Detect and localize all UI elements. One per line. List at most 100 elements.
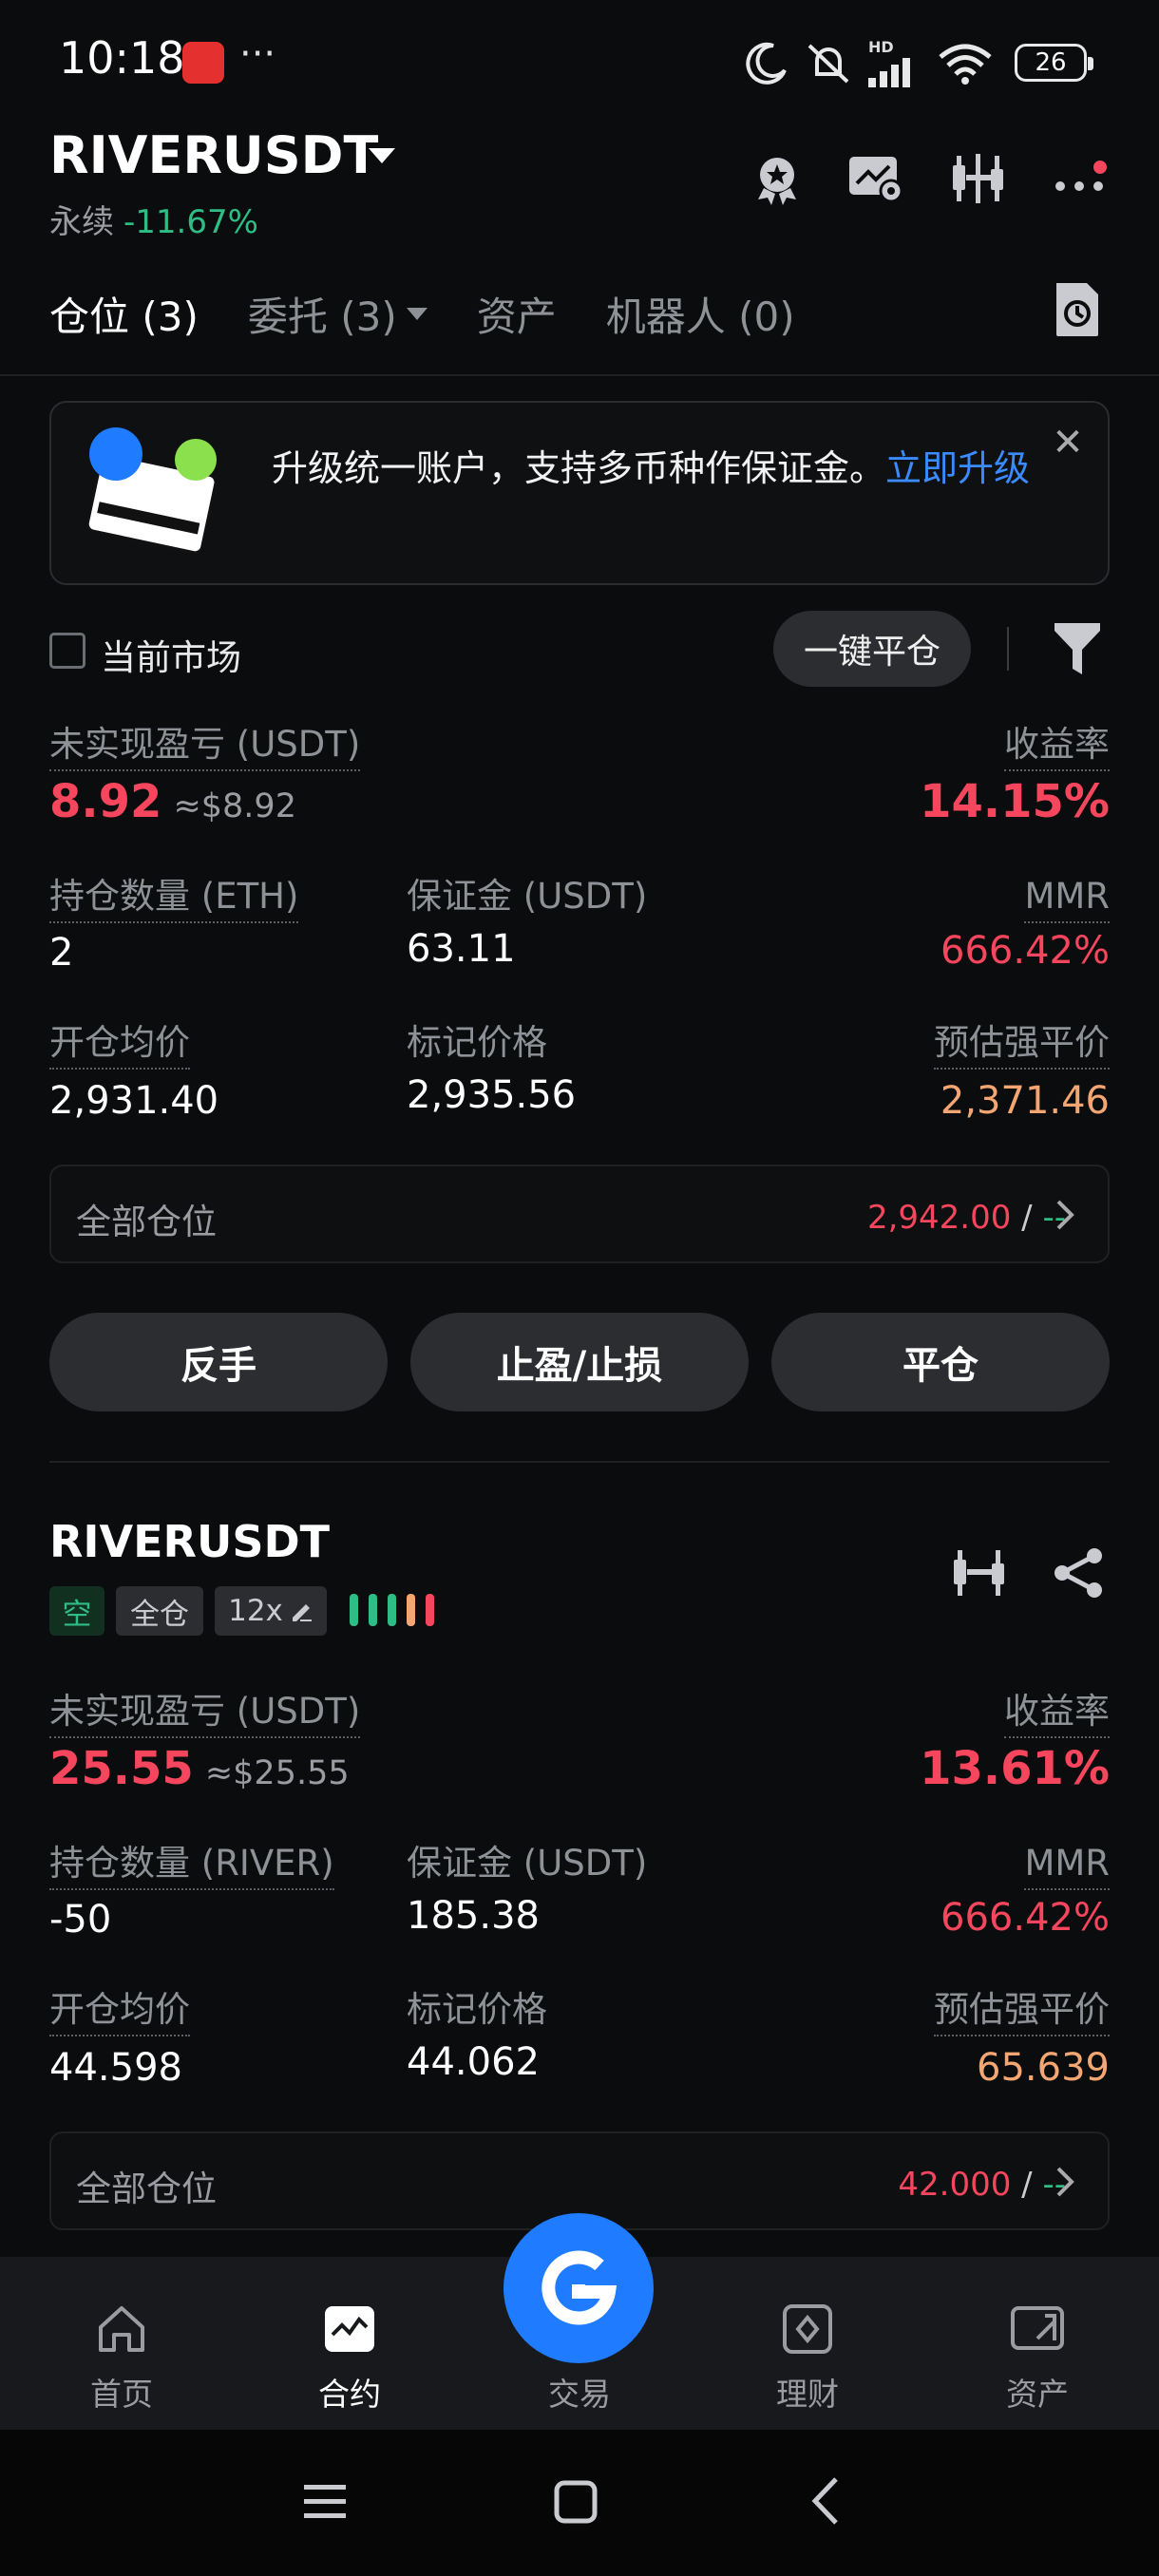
trade-icon [542,2250,618,2325]
p2-size-value: -50 [49,1898,112,1941]
nav-earn-label: 理财 [776,2376,839,2413]
p2-share-icon[interactable] [1053,1546,1106,1600]
tabs-divider [0,374,1159,376]
current-market-label[interactable]: 当前市场 [101,629,241,680]
history-doc-icon[interactable] [1053,281,1102,338]
upgrade-link[interactable]: 立即升级 [885,447,1030,489]
p1-mmr-value: 666.42% [940,929,1110,973]
p1-roe-value: 14.15% [920,775,1110,828]
tab-assets[interactable]: 资产 [477,285,557,343]
mute-bell-icon [808,44,849,84]
back-icon[interactable] [808,2475,842,2527]
status-time: 10:18 [59,32,185,84]
p2-all-positions-value: 42.000 / -- [898,2166,1066,2204]
wallet-icon [1011,2306,1064,2350]
p2-liq-value: 65.639 [977,2046,1110,2090]
p1-pnl-label: 未实现盈亏 (USDT) [49,722,361,771]
p1-all-positions-value: 2,942.00 / -- [866,1199,1066,1237]
candlestick-icon[interactable] [948,148,1009,209]
dnd-moon-icon [746,42,787,85]
p1-liq-value: 2,371.46 [940,1079,1110,1123]
nav-home-label: 首页 [90,2376,153,2413]
p2-all-positions-label: 全部仓位 [76,2169,217,2209]
p2-chevron-right-icon [1056,2167,1074,2197]
filter-icon[interactable] [1053,621,1102,676]
wallet-illustration-icon [85,427,218,556]
p2-side-tag: 空 [49,1586,104,1636]
tab-positions[interactable]: 仓位 (3) [49,285,199,343]
nav-assets[interactable]: 资产 [971,2302,1104,2413]
p2-entry-label: 开仓均价 [49,1987,190,2036]
pair-title[interactable]: RIVERUSDT [49,125,378,185]
nav-assets-label: 资产 [1006,2376,1069,2413]
p1-chevron-right-icon [1056,1200,1074,1230]
wifi-icon [939,44,992,85]
battery-indicator: 26 [1015,44,1093,82]
p2-roe-label: 收益率 [1004,1689,1110,1738]
banner-close-icon[interactable]: ✕ [1049,424,1087,462]
recent-apps-icon[interactable] [302,2481,348,2523]
trade-button[interactable] [504,2213,654,2363]
more-menu-icon[interactable] [1051,148,1112,209]
p1-size-label: 持仓数量 (ETH) [49,874,299,923]
p2-mmr-label: MMR [1024,1841,1110,1890]
signal-icon [868,58,910,87]
tab-bots[interactable]: 机器人 (0) [606,285,795,343]
futures-icon [325,2306,374,2352]
contract-type: 永续 [49,203,114,241]
hd-indicator: HD [868,38,894,56]
chart-settings-icon[interactable] [846,148,906,209]
pair-dropdown-icon[interactable] [369,148,395,163]
p2-liq-label: 预估强平价 [934,1987,1110,2036]
p1-margin-value: 63.11 [407,927,516,971]
p2-roe-value: 13.61% [920,1742,1110,1795]
banner-message: 升级统一账户，支持多币种作保证金。立即升级 [272,443,1032,494]
p2-mark-label: 标记价格 [407,1989,547,2030]
p2-margin-mode-tag[interactable]: 全仓 [116,1586,203,1636]
p2-symbol[interactable]: RIVERUSDT [49,1516,330,1567]
filter-divider [1007,627,1009,671]
nav-futures-label: 合约 [318,2376,381,2413]
edit-pencil-icon [292,1604,312,1621]
p1-mark-label: 标记价格 [407,1022,547,1063]
pair-subtitle: 永续 -11.67% [49,196,258,242]
p2-mmr-value: 666.42% [940,1896,1110,1940]
p2-candlestick-icon[interactable] [954,1546,1005,1600]
p1-entry-label: 开仓均价 [49,1020,190,1070]
price-change: -11.67% [124,203,258,241]
badge-award-icon[interactable] [747,148,808,209]
p2-margin-value: 185.38 [407,1894,540,1938]
nav-home[interactable]: 首页 [55,2302,188,2413]
p1-mmr-label: MMR [1024,874,1110,923]
p2-leverage-tag[interactable]: 12x [215,1586,327,1636]
status-more-icon: ··· [239,32,276,76]
p2-pnl-label: 未实现盈亏 (USDT) [49,1689,361,1738]
current-market-checkbox[interactable] [49,633,86,669]
section-divider [49,1461,1110,1463]
p1-size-value: 2 [49,931,74,975]
home-icon [99,2306,144,2352]
tab-orders-caret-icon [406,308,428,320]
tab-orders[interactable]: 委托 (3) [248,285,428,343]
notification-app-icon [182,42,224,84]
nav-trade-label[interactable]: 交易 [513,2369,646,2415]
p2-risk-level-icon [350,1594,434,1626]
p1-entry-value: 2,931.40 [49,1079,219,1123]
close-position-button[interactable]: 平仓 [771,1313,1110,1411]
p2-margin-label: 保证金 (USDT) [407,1843,648,1884]
earn-icon [783,2304,832,2354]
p2-entry-value: 44.598 [49,2046,182,2090]
p1-roe-label: 收益率 [1004,722,1110,771]
position-tabs: 仓位 (3) 委托 (3) 资产 机器人 (0) [49,285,795,343]
nav-futures[interactable]: 合约 [283,2302,416,2413]
nav-earn[interactable]: 理财 [741,2302,874,2413]
p2-pnl-value: 25.55 ≈$25.55 [49,1742,350,1795]
close-all-button[interactable]: 一键平仓 [773,611,971,687]
home-square-icon[interactable] [553,2479,598,2525]
p1-liq-label: 预估强平价 [934,1020,1110,1070]
p2-mark-value: 44.062 [407,2040,540,2084]
reverse-button[interactable]: 反手 [49,1313,388,1411]
p1-mark-value: 2,935.56 [407,1073,577,1117]
p1-margin-label: 保证金 (USDT) [407,876,648,917]
tp-sl-button[interactable]: 止盈/止损 [410,1313,749,1411]
